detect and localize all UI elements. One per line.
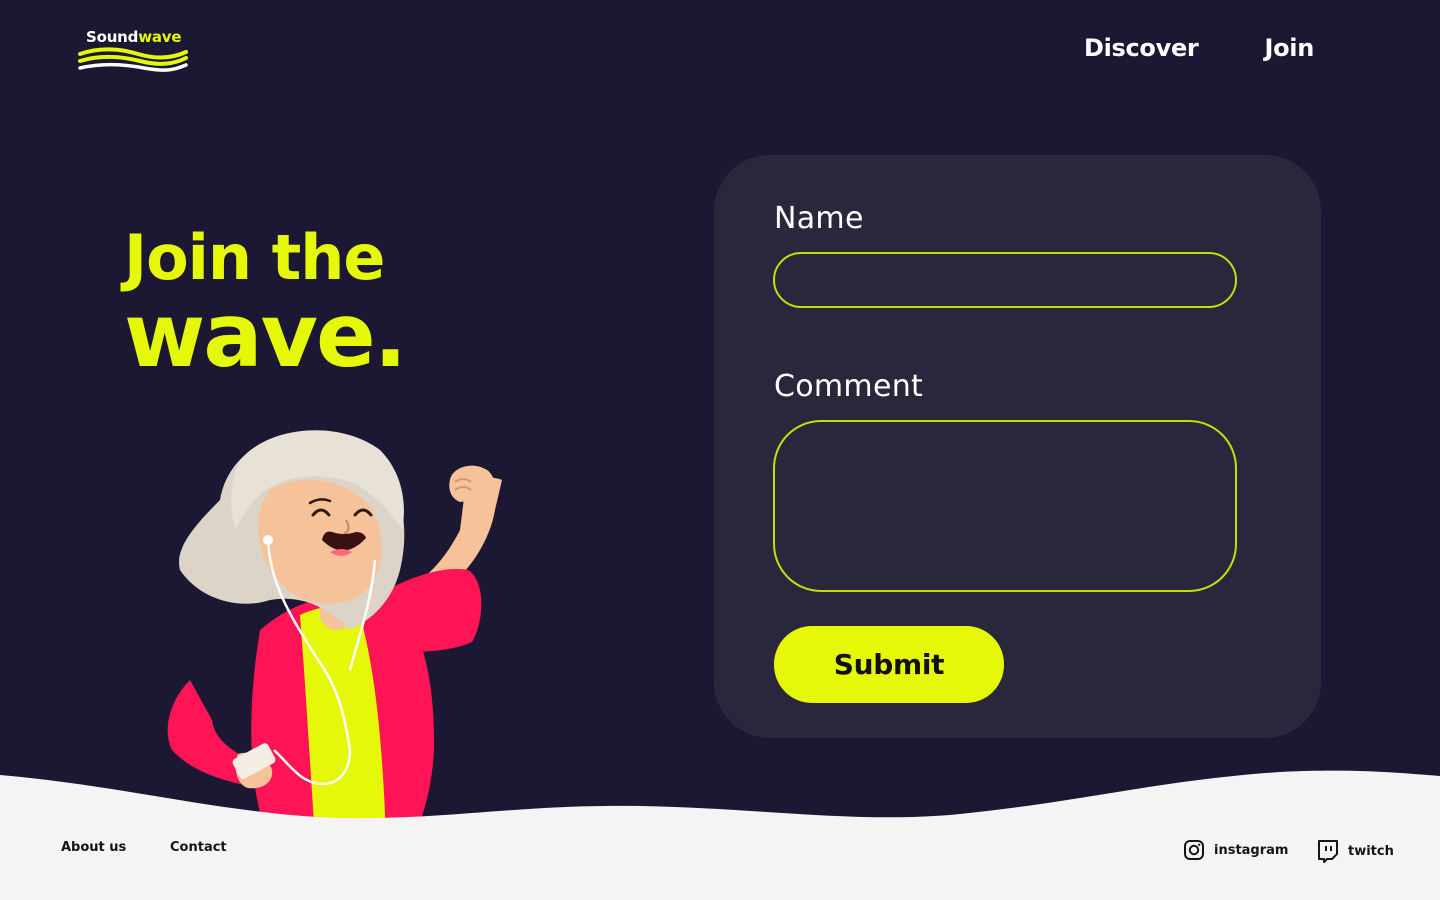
main-nav: Discover Join [1084, 34, 1314, 62]
hero-heading: Join the wave. [124, 222, 407, 387]
join-form: Name Comment Submit [714, 155, 1321, 738]
footer-wave-background [0, 770, 1440, 900]
brand-name: Soundwave [86, 28, 182, 46]
instagram-icon [1184, 840, 1204, 860]
nav-discover[interactable]: Discover [1084, 34, 1199, 62]
comment-label: Comment [774, 369, 924, 404]
wave-logo-icon [78, 47, 188, 72]
twitch-icon [1318, 840, 1338, 863]
footer-contact-link[interactable]: Contact [170, 840, 227, 855]
brand-logo[interactable]: Soundwave [78, 28, 190, 74]
submit-button[interactable]: Submit [774, 626, 1004, 703]
footer-about-link[interactable]: About us [61, 840, 126, 855]
instagram-link[interactable]: instagram [1183, 839, 1288, 861]
twitch-label: twitch [1348, 843, 1394, 859]
hero-line-2: wave. [124, 284, 407, 387]
nav-join[interactable]: Join [1264, 34, 1314, 62]
comment-textarea[interactable] [773, 420, 1237, 592]
name-label: Name [774, 201, 864, 236]
name-input[interactable] [773, 252, 1237, 308]
instagram-label: instagram [1214, 842, 1289, 858]
twitch-link[interactable]: twitch [1317, 839, 1394, 863]
